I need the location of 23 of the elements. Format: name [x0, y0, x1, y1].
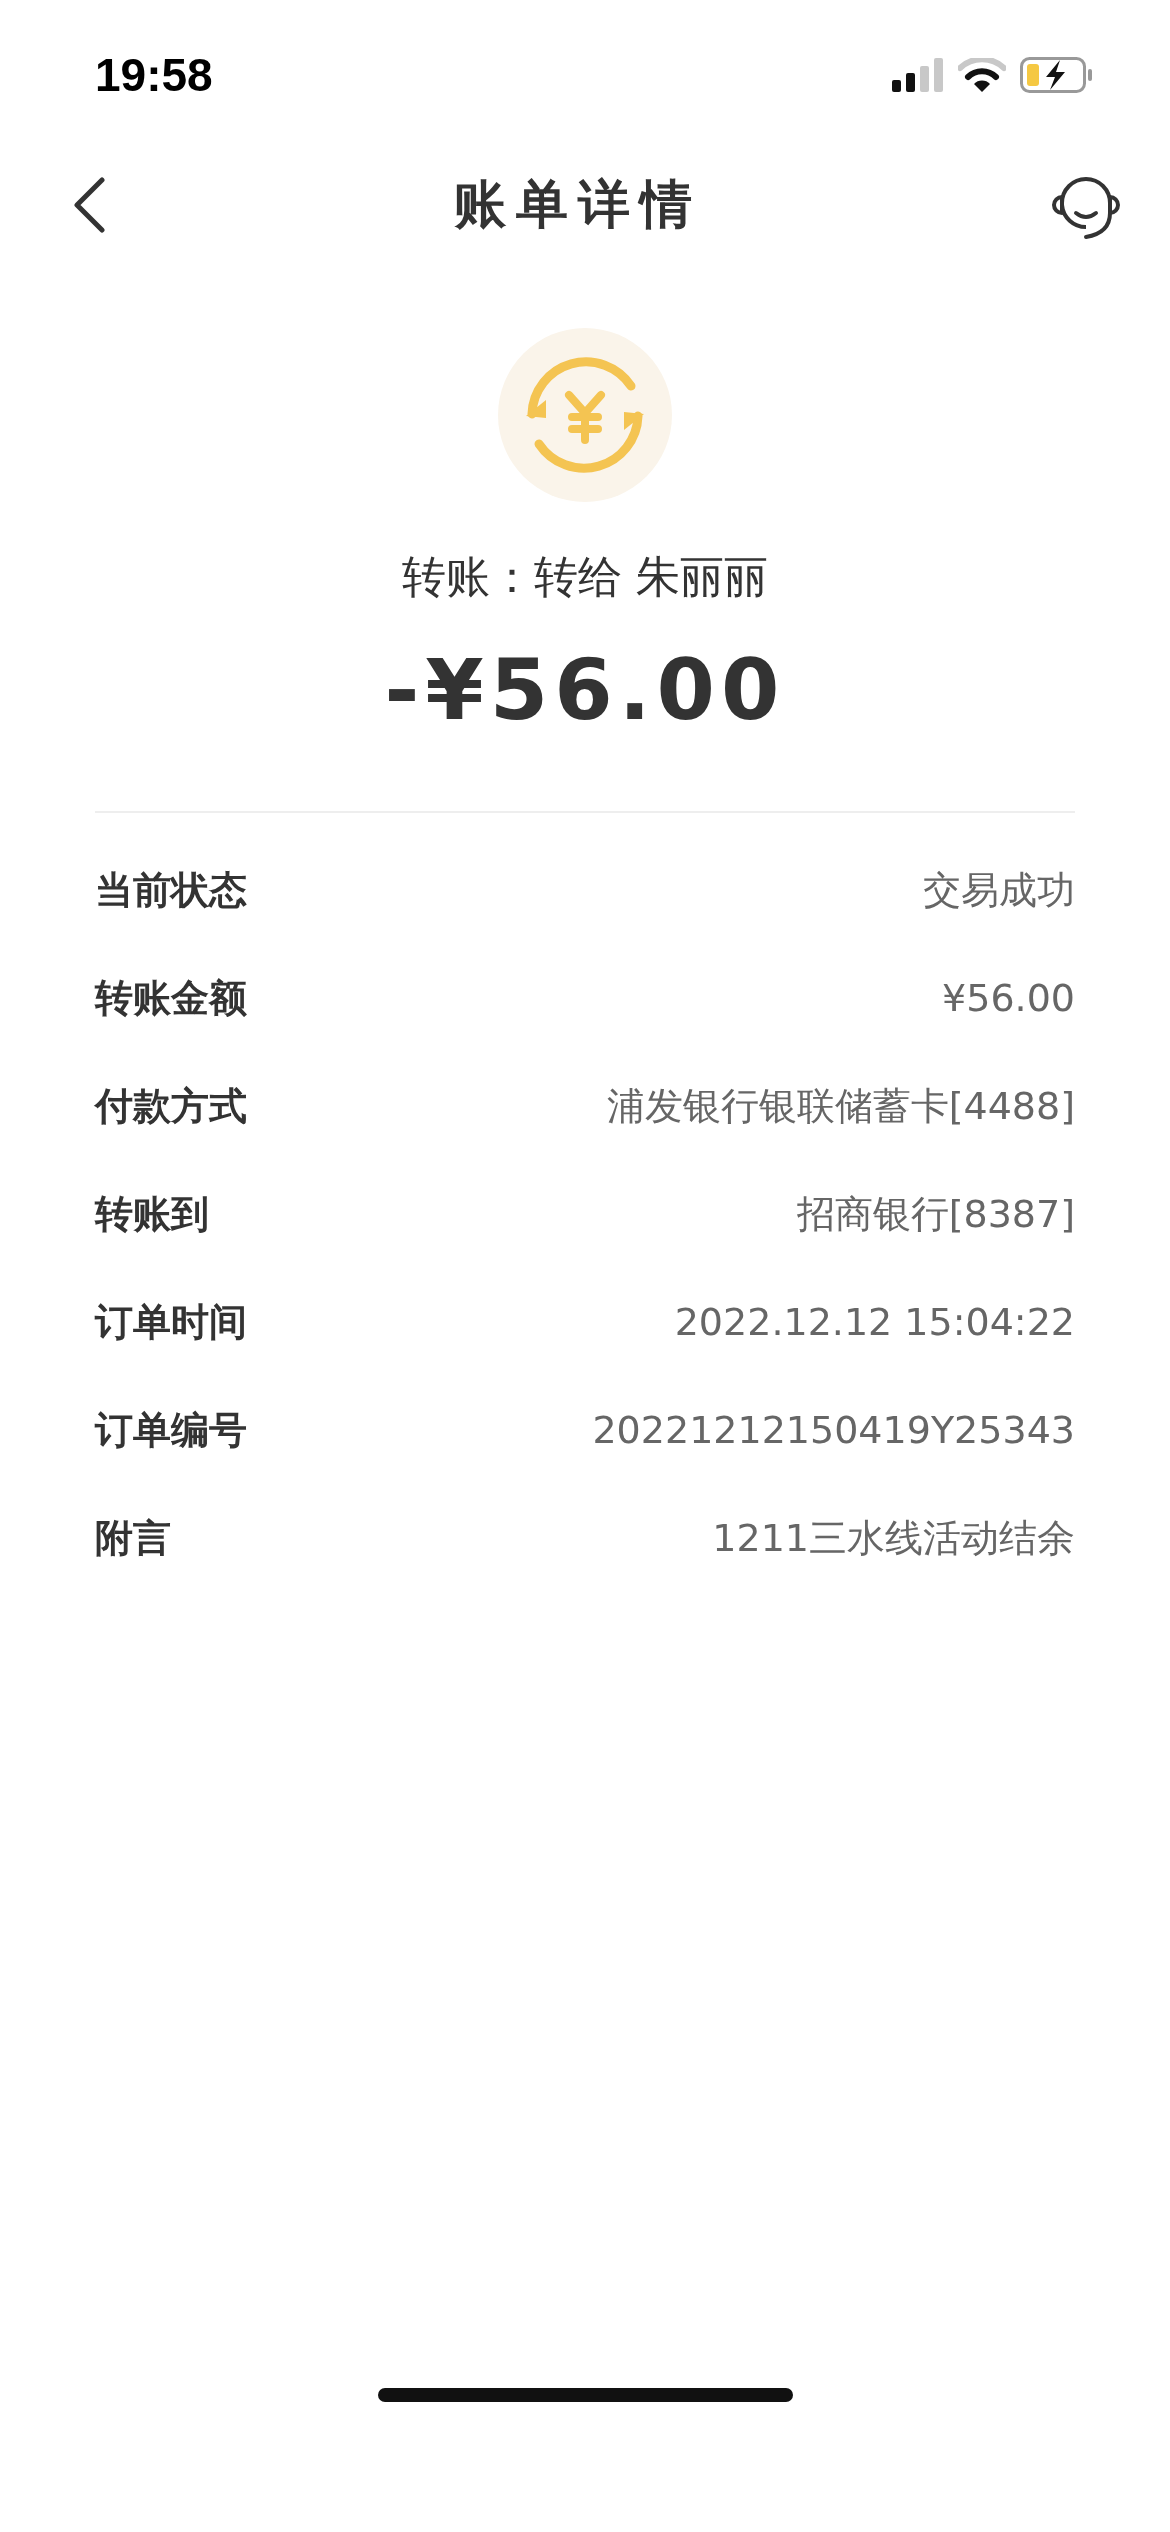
detail-label: 订单编号: [95, 1406, 247, 1454]
detail-value: ¥56.00: [942, 976, 1075, 1020]
detail-value: 招商银行[8387]: [796, 1190, 1075, 1238]
signal-icon: [892, 58, 944, 92]
detail-value: 2022.12.12 15:04:22: [674, 1300, 1075, 1344]
page-title: 账单详情: [454, 173, 702, 236]
detail-label: 转账金额: [95, 974, 247, 1022]
wifi-icon: [958, 58, 1006, 92]
detail-label: 付款方式: [95, 1082, 247, 1130]
detail-label: 当前状态: [95, 866, 247, 914]
detail-label: 订单时间: [95, 1298, 247, 1346]
amount: -¥56.00: [384, 641, 786, 739]
battery-charging-icon: [1020, 57, 1092, 93]
detail-value: 20221212150419Y25343: [592, 1408, 1075, 1452]
transfer-description: 转账：转给 朱丽丽: [402, 550, 768, 604]
status-time: 19:58: [95, 48, 213, 102]
back-icon[interactable]: [72, 177, 106, 233]
yuan-transfer-icon: [498, 328, 672, 502]
detail-label: 转账到: [95, 1190, 209, 1238]
detail-label: 附言: [95, 1514, 171, 1562]
detail-value: 1211三水线活动结余: [712, 1514, 1075, 1562]
detail-value: 浦发银行银联储蓄卡[4488]: [606, 1082, 1075, 1130]
detail-value: 交易成功: [923, 866, 1075, 914]
